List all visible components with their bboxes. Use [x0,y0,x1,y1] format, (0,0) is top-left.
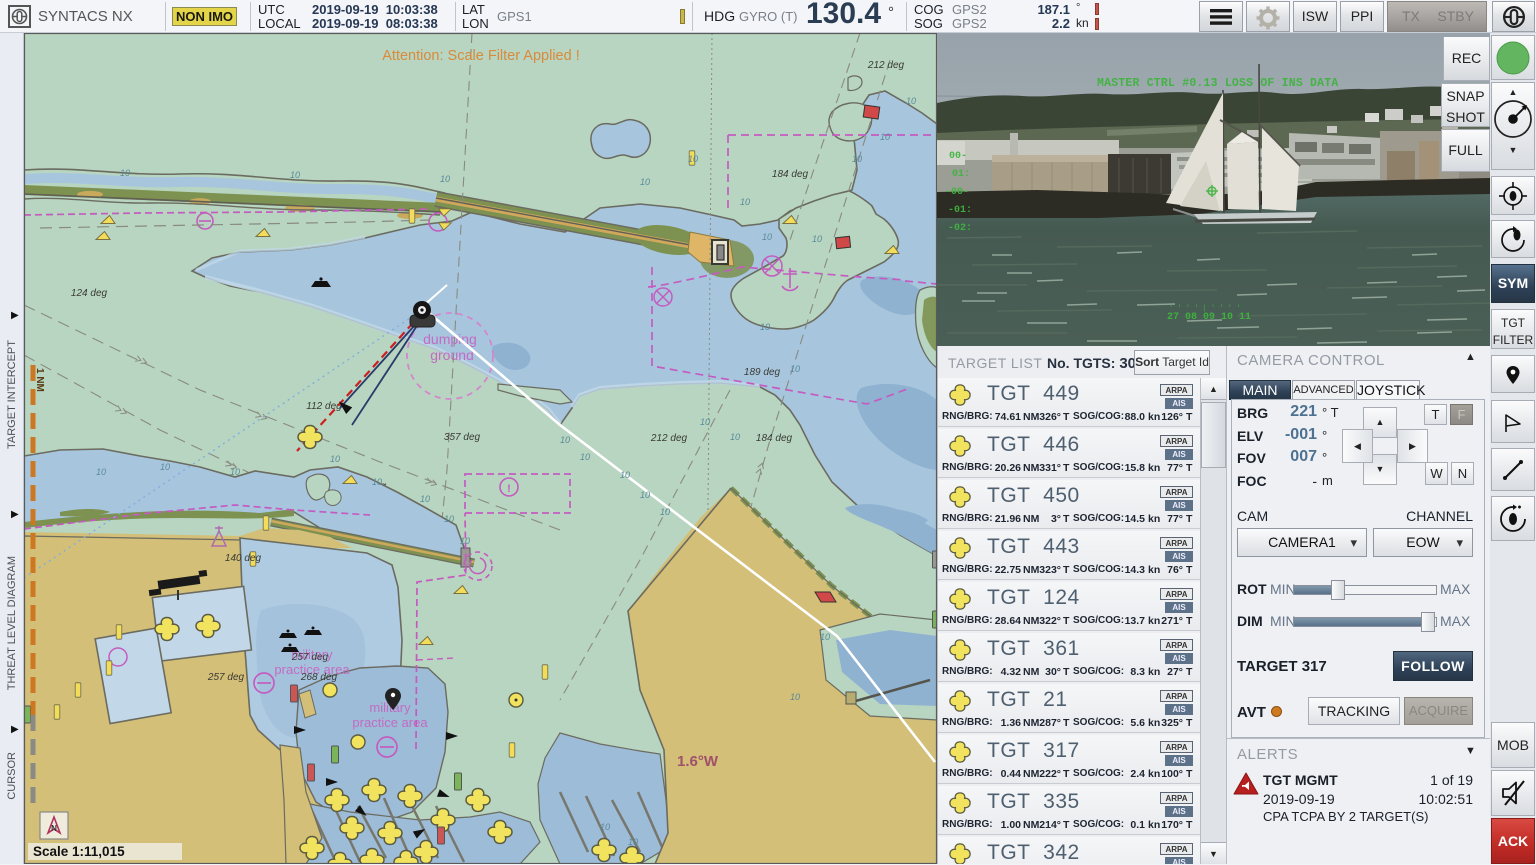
svg-text:10: 10 [700,417,710,427]
svg-text:-01:: -01: [948,205,972,216]
svg-text:-00-: -00- [945,187,969,198]
svg-text:10: 10 [440,174,450,184]
svg-text:10: 10 [906,96,916,106]
svg-text:140 deg: 140 deg [225,553,262,564]
svg-text:10: 10 [688,154,698,164]
svg-text:10: 10 [460,536,470,546]
svg-text:10: 10 [740,197,750,207]
svg-text:189 deg: 189 deg [744,367,781,378]
svg-text:10: 10 [640,490,650,500]
svg-text:10: 10 [880,132,890,142]
svg-text:184 deg: 184 deg [772,169,809,180]
svg-text:10: 10 [660,507,670,517]
svg-text:10: 10 [600,822,610,832]
svg-text:1.6°W: 1.6°W [677,753,719,770]
svg-text:10: 10 [820,632,830,642]
svg-text:10: 10 [290,170,300,180]
svg-text:dumping: dumping [423,331,477,347]
svg-text:10: 10 [730,432,740,442]
svg-text:10: 10 [620,470,630,480]
svg-text:MASTER CTRL #0.13 LOSS OF INS: MASTER CTRL #0.13 LOSS OF INS DATA [1097,77,1338,90]
svg-text:10: 10 [420,494,430,504]
svg-text:' ' ' ' | ' ' ' ': ' ' ' ' | ' ' ' ' [1169,305,1240,313]
svg-text:257 deg: 257 deg [207,672,245,683]
svg-text:00-: 00- [949,151,967,162]
svg-text:124 deg: 124 deg [71,288,108,299]
svg-text:10: 10 [444,514,454,524]
svg-text:10: 10 [120,168,130,178]
svg-text:10: 10 [230,467,240,477]
svg-text:268 deg: 268 deg [300,672,338,683]
svg-text:10: 10 [812,234,822,244]
svg-text:10: 10 [852,154,862,164]
svg-text:10: 10 [372,477,382,487]
svg-text:10: 10 [628,837,638,847]
svg-text:212 deg: 212 deg [867,60,905,71]
svg-text:10: 10 [580,452,590,462]
svg-text:212 deg: 212 deg [650,433,688,444]
svg-text:10: 10 [560,435,570,445]
svg-text:Attention: Scale Filter Applie: Attention: Scale Filter Applied ! [382,48,579,64]
svg-text:257 deg: 257 deg [291,652,329,663]
svg-text:10: 10 [790,692,800,702]
svg-text:184 deg: 184 deg [756,433,793,444]
svg-text:-02:: -02: [948,223,972,234]
svg-text:357 deg: 357 deg [444,432,481,443]
svg-text:10: 10 [790,364,800,374]
svg-text:10: 10 [330,454,340,464]
svg-text:1 NM: 1 NM [34,368,45,392]
svg-text:10: 10 [760,322,770,332]
svg-text:112 deg: 112 deg [306,401,342,412]
svg-text:!: ! [507,483,511,495]
svg-text:ground: ground [430,347,474,363]
svg-text:10: 10 [160,462,170,472]
svg-text:01:: 01: [952,169,970,180]
svg-text:N: N [51,824,57,833]
svg-text:10: 10 [96,467,106,477]
svg-text:Scale 1:11,015: Scale 1:11,015 [33,844,125,859]
svg-text:10: 10 [762,232,772,242]
svg-text:27 08 09 10 11: 27 08 09 10 11 [1167,312,1251,323]
svg-text:10: 10 [640,177,650,187]
